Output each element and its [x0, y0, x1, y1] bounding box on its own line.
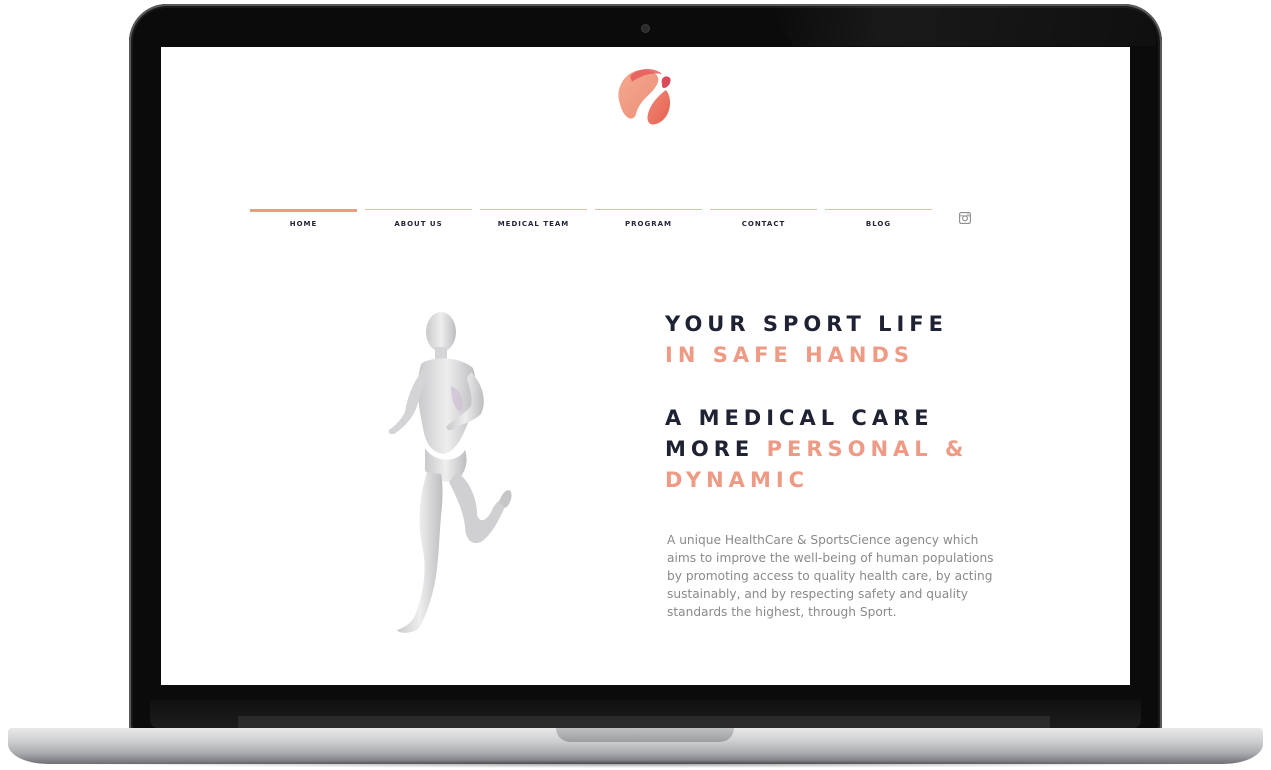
headline-line-3: A MEDICAL CARE: [665, 406, 934, 430]
nav-item-program[interactable]: PROGRAM: [595, 209, 702, 239]
webcam-icon: [642, 25, 649, 32]
lid-hinge: [238, 716, 1050, 728]
main-navigation: HOME ABOUT US MEDICAL TEAM PROGRAM CONTA…: [250, 209, 1010, 239]
hero-description: A unique HealthCare & SportsCience agenc…: [667, 533, 994, 619]
headline-line-4-accent: PERSONAL &: [766, 437, 969, 461]
instagram-icon[interactable]: [959, 212, 971, 224]
base-opening-notch: [556, 728, 734, 742]
lid-reflection: [770, 6, 1156, 46]
brand-logo[interactable]: [610, 64, 678, 128]
headline-line-4-dark: MORE: [665, 437, 767, 461]
headline-line-1: YOUR SPORT LIFE: [665, 312, 948, 336]
running-mannequin-figure: [388, 312, 512, 633]
nav-item-blog[interactable]: BLOG: [825, 209, 932, 239]
nav-item-home[interactable]: HOME: [250, 209, 357, 239]
hero-headline: YOUR SPORT LIFE IN SAFE HANDS A MEDICAL …: [665, 309, 1085, 496]
website-screen: HOME ABOUT US MEDICAL TEAM PROGRAM CONTA…: [161, 47, 1130, 685]
headline-line-2: IN SAFE HANDS: [665, 343, 915, 367]
laptop-mockup: HOME ABOUT US MEDICAL TEAM PROGRAM CONTA…: [0, 0, 1271, 770]
headline-line-5: DYNAMIC: [665, 468, 810, 492]
laptop-shadow: [60, 760, 1210, 768]
nav-item-contact[interactable]: CONTACT: [710, 209, 817, 239]
headline-line-4: MORE PERSONAL &: [665, 434, 1085, 465]
nav-item-medical-team[interactable]: MEDICAL TEAM: [480, 209, 587, 239]
nav-item-about-us[interactable]: ABOUT US: [365, 209, 472, 239]
